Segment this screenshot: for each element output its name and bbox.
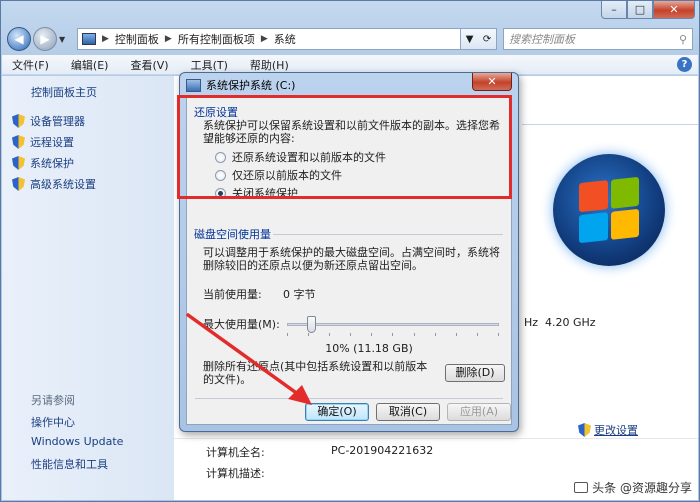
radio-label: 关闭系统保护 <box>232 187 298 200</box>
ok-button[interactable]: 确定(O) <box>305 403 369 421</box>
address-bar[interactable]: ▶ 控制面板 ▶ 所有控制面板项 ▶ 系统 <box>77 28 461 50</box>
menu-view[interactable]: 查看(V) <box>130 57 168 73</box>
shield-icon <box>12 177 25 191</box>
restore-settings-title: 还原设置 <box>194 106 238 119</box>
address-dropdown-icon[interactable]: ▼ <box>466 34 474 45</box>
radio-indicator[interactable] <box>215 169 226 181</box>
change-settings-link[interactable]: 更改设置 <box>578 422 638 438</box>
radio-restore-all[interactable]: 还原系统设置和以前版本的文件 <box>215 149 386 165</box>
current-usage-label: 当前使用量: <box>203 288 262 301</box>
radio-turn-off-protection[interactable]: 关闭系统保护 <box>215 185 298 201</box>
computer-name-value: PC-201904221632 <box>331 444 434 457</box>
windows-flag-icon <box>579 176 639 244</box>
slider-readout: 10% (11.18 GB) <box>325 342 413 355</box>
see-also-heading: 另请参阅 <box>31 394 75 407</box>
divider <box>174 438 698 439</box>
restore-settings-description: 系统保护可以保留系统设置和以前文件版本的副本。选择您希望能够还原的内容: <box>203 119 500 145</box>
system-protection-dialog: 系统保护系统 (C:) ✕ 还原设置 系统保护可以保留系统设置和以前文件版本的副… <box>179 72 519 432</box>
dialog-title-bar: 系统保护系统 (C:) <box>186 77 295 93</box>
dialog-body: 还原设置 系统保护可以保留系统设置和以前文件版本的副本。选择您希望能够还原的内容… <box>186 97 512 425</box>
window-controls: – □ ✕ <box>601 1 695 19</box>
max-usage-slider[interactable] <box>287 314 499 337</box>
slider-ticks <box>287 333 499 337</box>
restore-settings-group: 还原设置 系统保护可以保留系统设置和以前文件版本的副本。选择您希望能够还原的内容… <box>187 102 511 201</box>
navigation-bar: ◀ ▶ ▼ ▶ 控制面板 ▶ 所有控制面板项 ▶ 系统 ▼ ⟳ 搜索控制面板 ⚲ <box>7 25 693 53</box>
disk-usage-description: 可以调整用于系统保护的最大磁盘空间。占满空间时，系统将删除较旧的还原点以便为新还… <box>203 246 500 272</box>
computer-name-label: 计算机全名: <box>206 446 265 459</box>
sidebar-item-label: 设备管理器 <box>30 115 85 128</box>
close-button[interactable]: ✕ <box>653 1 695 19</box>
sidebar-item-system-protection[interactable]: 系统保护 <box>12 155 74 171</box>
camera-icon <box>574 482 589 493</box>
windows-logo <box>553 154 665 266</box>
see-also-windows-update[interactable]: Windows Update <box>31 435 123 448</box>
apply-button[interactable]: 应用(A) <box>447 403 511 421</box>
recent-pages-dropdown-icon[interactable]: ▼ <box>59 35 71 44</box>
menu-file[interactable]: 文件(F) <box>12 57 49 73</box>
radio-restore-files-only[interactable]: 仅还原以前版本的文件 <box>215 167 342 183</box>
breadcrumb-chevron-icon: ▶ <box>164 34 172 44</box>
maximize-button[interactable]: □ <box>627 1 653 19</box>
forward-button[interactable]: ▶ <box>33 27 57 51</box>
control-panel-icon <box>82 33 96 45</box>
breadcrumb-item[interactable]: 所有控制面板项 <box>178 31 255 47</box>
sidebar-item-label: 高级系统设置 <box>30 178 96 191</box>
radio-label: 还原系统设置和以前版本的文件 <box>232 151 386 164</box>
shield-icon <box>12 156 25 170</box>
search-placeholder: 搜索控制面板 <box>509 33 575 46</box>
shield-icon <box>12 135 25 149</box>
refresh-icon[interactable]: ⟳ <box>483 34 491 45</box>
menu-tools[interactable]: 工具(T) <box>191 57 228 73</box>
dialog-close-button[interactable]: ✕ <box>472 73 512 91</box>
sidebar-home-link[interactable]: 控制面板主页 <box>31 84 97 100</box>
computer-description-label: 计算机描述: <box>206 467 265 480</box>
menu-help[interactable]: 帮助(H) <box>250 57 289 73</box>
help-icon[interactable]: ? <box>677 57 692 72</box>
sidebar-item-remote-settings[interactable]: 远程设置 <box>12 134 74 150</box>
breadcrumb-item[interactable]: 系统 <box>274 31 296 47</box>
divider <box>195 398 503 399</box>
system-protection-icon <box>186 78 201 92</box>
dialog-title: 系统保护系统 (C:) <box>206 79 296 92</box>
radio-indicator[interactable] <box>215 151 226 163</box>
sidebar: 控制面板主页 设备管理器 远程设置 系统保护 高级系统设置 另请参阅 操作中心 … <box>2 76 174 500</box>
current-usage-value: 0 字节 <box>283 288 316 301</box>
sidebar-item-label: 系统保护 <box>30 157 74 170</box>
cpu-speed: 4.20 GHz <box>545 316 596 329</box>
watermark-text: 头条 @资源趣分享 <box>592 481 692 495</box>
group-divider <box>273 234 503 235</box>
see-also-performance[interactable]: 性能信息和工具 <box>31 456 108 472</box>
slider-track <box>287 323 499 326</box>
cpu-unit-partial: Hz <box>524 316 539 329</box>
back-button[interactable]: ◀ <box>7 27 31 51</box>
shield-icon <box>12 114 25 128</box>
breadcrumb-item[interactable]: 控制面板 <box>115 31 159 47</box>
radio-indicator[interactable] <box>215 187 226 199</box>
sidebar-item-advanced-settings[interactable]: 高级系统设置 <box>12 176 96 192</box>
cancel-button[interactable]: 取消(C) <box>376 403 440 421</box>
breadcrumb-chevron-icon: ▶ <box>102 34 109 44</box>
address-actions: ▼ ⟳ <box>461 28 497 50</box>
divider <box>522 124 698 125</box>
sidebar-item-device-manager[interactable]: 设备管理器 <box>12 113 85 129</box>
menu-edit[interactable]: 编辑(E) <box>71 57 109 73</box>
breadcrumb-chevron-icon: ▶ <box>260 34 268 44</box>
delete-restore-points-button[interactable]: 删除(D) <box>445 364 505 382</box>
delete-description: 删除所有还原点(其中包括系统设置和以前版本的文件)。 <box>203 360 428 386</box>
search-icon[interactable]: ⚲ <box>679 33 687 46</box>
change-settings-label: 更改设置 <box>594 424 638 437</box>
disk-usage-title: 磁盘空间使用量 <box>194 228 271 241</box>
radio-label: 仅还原以前版本的文件 <box>232 169 342 182</box>
minimize-button[interactable]: – <box>601 1 627 19</box>
watermark: 头条 @资源趣分享 <box>574 479 692 496</box>
sidebar-item-label: 远程设置 <box>30 136 74 149</box>
shield-icon <box>578 423 591 437</box>
slider-thumb[interactable] <box>307 316 316 333</box>
max-usage-label: 最大使用量(M): <box>203 318 280 331</box>
see-also-action-center[interactable]: 操作中心 <box>31 414 75 430</box>
search-input[interactable]: 搜索控制面板 ⚲ <box>503 28 693 50</box>
